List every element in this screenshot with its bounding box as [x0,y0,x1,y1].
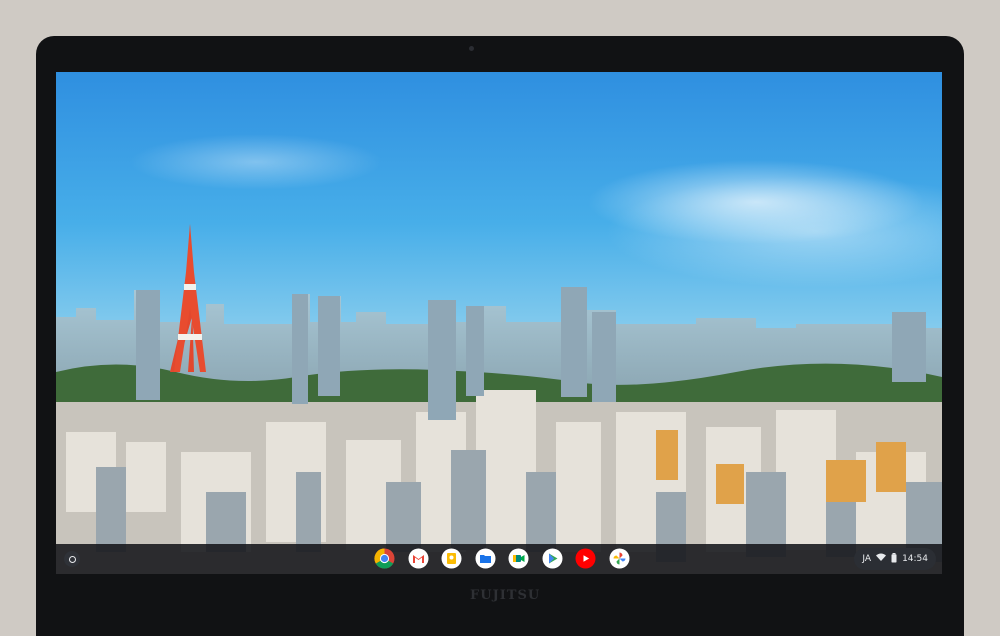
wallpaper-tokyo-skyline [56,224,942,574]
shelf-apps [374,548,630,569]
google-photos-icon[interactable] [609,548,630,569]
chrome-icon[interactable] [374,548,395,569]
launcher-button[interactable] [64,551,80,567]
play-store-icon[interactable] [542,548,563,569]
files-icon[interactable] [475,548,496,569]
gmail-icon[interactable] [408,548,429,569]
google-meet-icon[interactable] [508,548,529,569]
device-brand-logo: FUJITSU [470,588,541,603]
ime-indicator: JA [862,554,872,564]
battery-icon [891,552,897,566]
clock: 14:54 [902,554,928,564]
youtube-icon[interactable] [575,548,596,569]
launcher-icon [68,555,76,563]
wifi-icon [876,553,887,565]
desktop-screen: JA 14:54 [56,72,942,574]
google-keep-icon[interactable] [441,548,462,569]
webcam [469,46,474,51]
status-tray[interactable]: JA 14:54 [854,548,936,570]
chromeos-shelf: JA 14:54 [56,544,942,574]
